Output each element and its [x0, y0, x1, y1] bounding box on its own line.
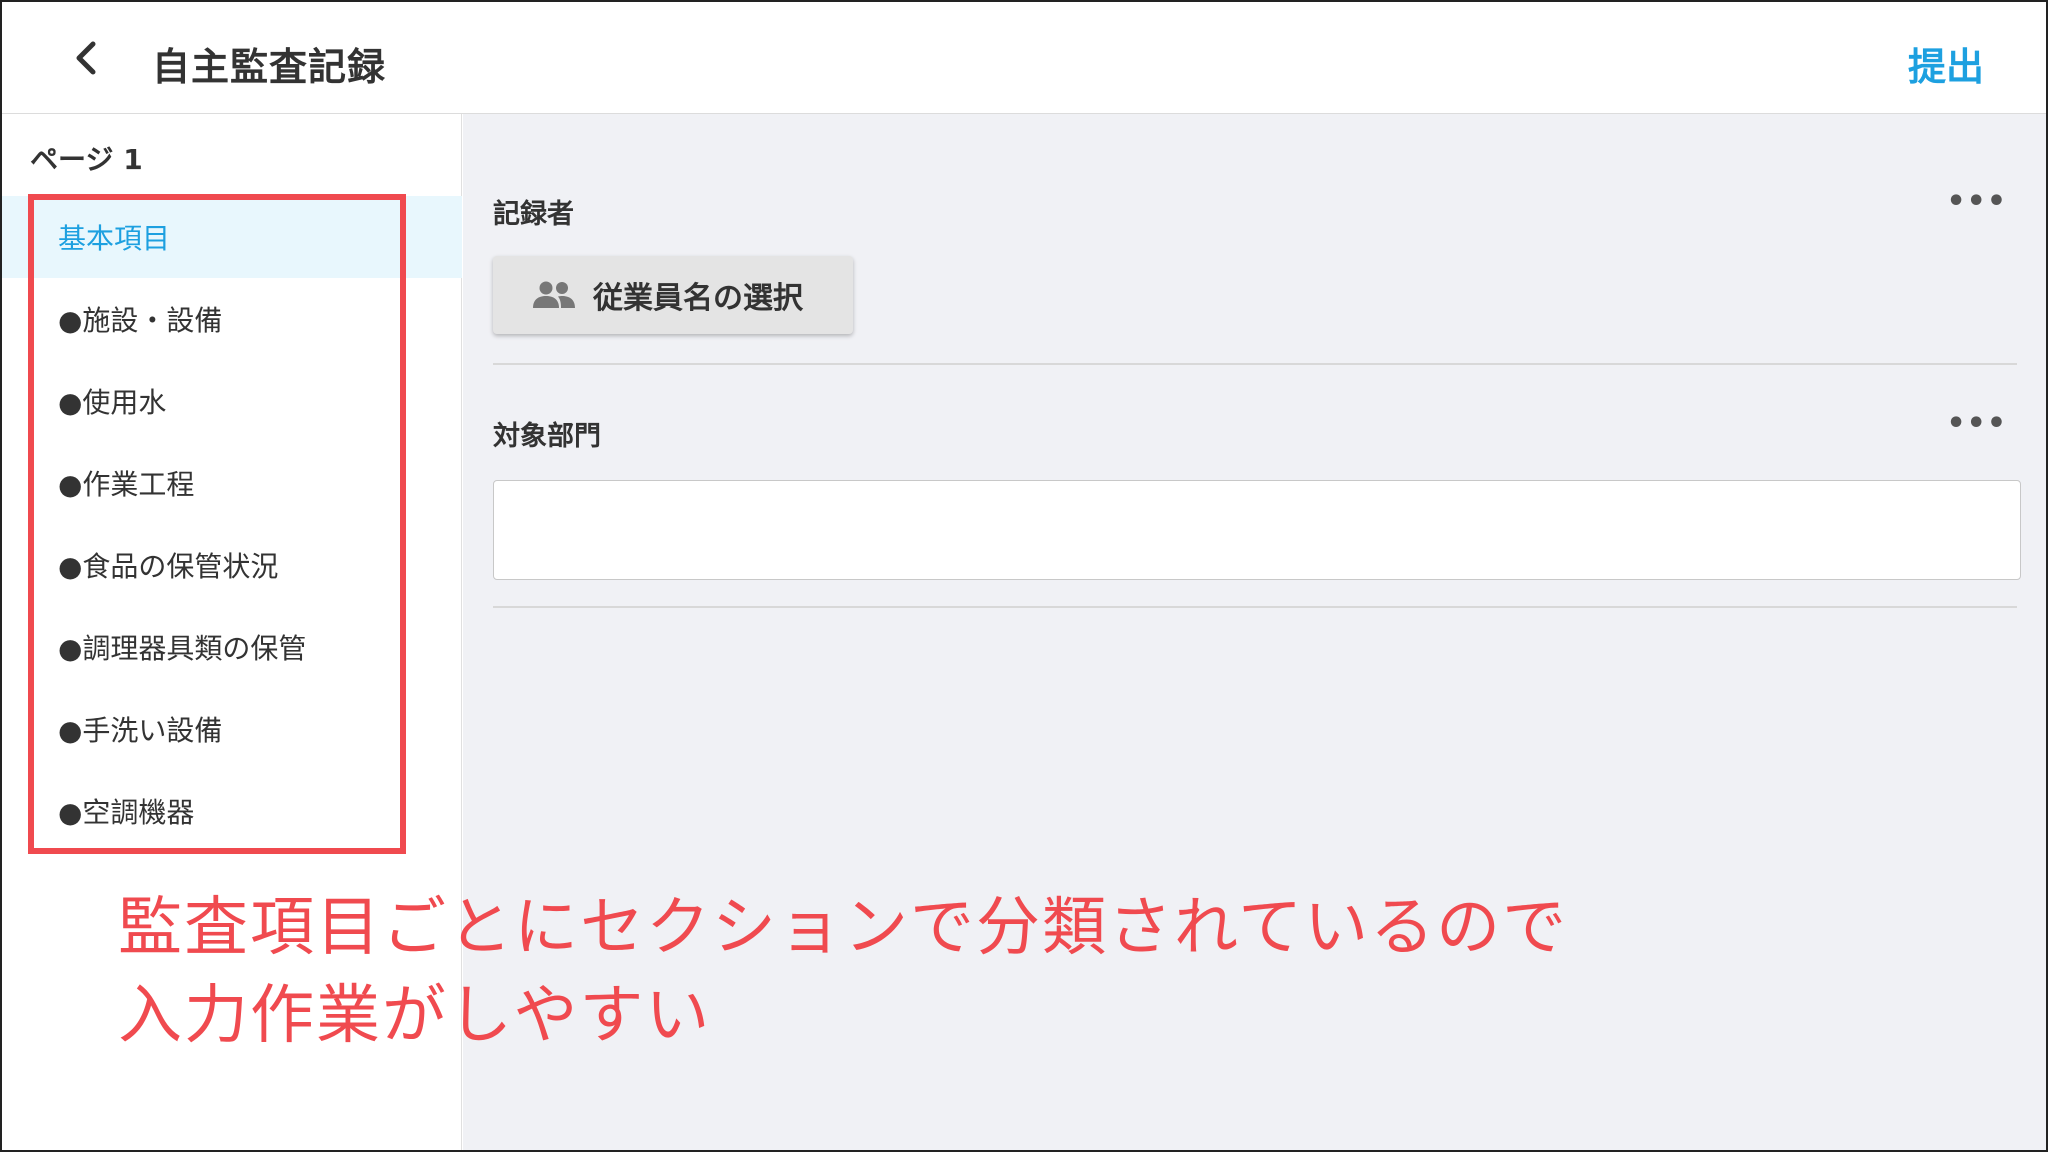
section-divider [493, 606, 2017, 608]
recorder-label: 記録者 [493, 199, 574, 230]
select-employee-button[interactable]: 従業員名の選択 [493, 256, 853, 334]
more-horizontal-icon[interactable]: ••• [1946, 406, 2007, 441]
department-input[interactable] [493, 480, 2021, 580]
app-header: 自主監査記録 提出 [2, 2, 2046, 114]
annotation-line-1: 監査項目ごとにセクションで分類されているので [118, 891, 1569, 965]
people-icon [533, 281, 575, 308]
annotation-text: 監査項目ごとにセクションで分類されているので 入力作業がしやすい [118, 884, 1618, 1060]
more-horizontal-icon[interactable]: ••• [1946, 184, 2007, 219]
section-divider [493, 363, 2017, 365]
page-title: 自主監査記録 [152, 45, 387, 89]
annotation-highlight-box [28, 194, 406, 854]
submit-button[interactable]: 提出 [1908, 36, 1984, 91]
select-employee-label: 従業員名の選択 [593, 281, 803, 316]
page-label: ページ 1 [30, 143, 143, 176]
back-button[interactable] [62, 34, 110, 82]
department-label: 対象部門 [493, 421, 601, 452]
annotation-line-2: 入力作業がしやすい [118, 979, 712, 1053]
chevron-left-icon [76, 41, 96, 75]
